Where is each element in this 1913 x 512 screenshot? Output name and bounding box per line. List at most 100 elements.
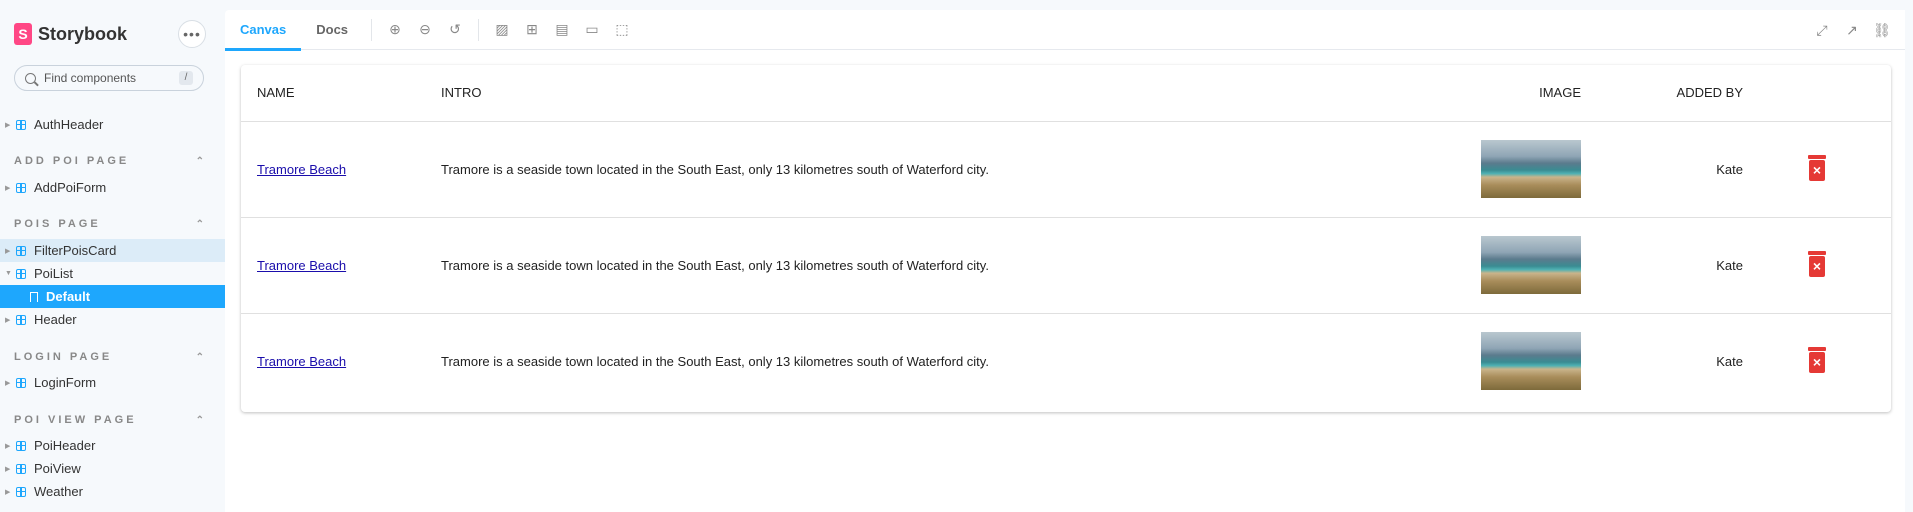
search-box[interactable]: / <box>14 65 204 91</box>
background-icon[interactable]: ▨ <box>487 15 517 45</box>
fullscreen-icon[interactable]: ⤢ <box>1807 15 1837 45</box>
sidebar-item-poilist[interactable]: ▼ PoiList <box>0 262 225 285</box>
sidebar-item-weather[interactable]: ▶ Weather <box>0 480 225 503</box>
toolbar-divider <box>478 18 480 41</box>
column-header-name: NAME <box>241 65 441 122</box>
sidebar-item-addpoiform[interactable]: ▶ AddPoiForm <box>0 176 225 199</box>
zoom-in-icon[interactable]: ⊕ <box>380 15 410 45</box>
zoom-reset-icon[interactable]: ↺ <box>440 15 470 45</box>
poi-table-card: NAME INTRO IMAGE ADDED BY Tramore Beach … <box>241 65 1891 412</box>
sidebar-item-poiview[interactable]: ▶ PoiView <box>0 457 225 480</box>
caret-down-icon: ▼ <box>5 270 12 277</box>
poi-thumbnail <box>1481 140 1581 198</box>
column-header-actions <box>1743 65 1891 122</box>
toolbar-divider <box>371 18 373 41</box>
cell-added-by: Kate <box>1716 353 1743 369</box>
brand[interactable]: S Storybook <box>14 22 127 46</box>
cell-added-by: Kate <box>1581 121 1743 218</box>
component-icon <box>16 463 26 474</box>
caret-right-icon: ▶ <box>5 121 11 129</box>
sidebar-item-filterpoiscard[interactable]: ▶ FilterPoisCard <box>0 239 225 262</box>
cell-image <box>1461 217 1581 314</box>
sidebar-item-label: LoginForm <box>34 375 97 390</box>
cell-image <box>1461 121 1581 218</box>
sidebar-item-label: AuthHeader <box>34 117 104 132</box>
sidebar-item-header[interactable]: ▶ Header <box>0 308 225 331</box>
caret-right-icon: ▶ <box>5 184 11 192</box>
sidebar-item-label: Header <box>34 312 77 327</box>
caret-right-icon: ▶ <box>5 465 11 473</box>
zoom-out-icon[interactable]: ⊖ <box>410 15 440 45</box>
section-pois-page[interactable]: POIS PAGE ⌃ <box>14 216 214 232</box>
search-input[interactable] <box>44 71 172 85</box>
cell-name: Tramore Beach <box>241 217 441 314</box>
cell-intro: Tramore is a seaside town located in the… <box>441 217 1461 314</box>
cell-name: Tramore Beach <box>241 313 441 409</box>
table-header-row: NAME INTRO IMAGE ADDED BY <box>241 65 1891 122</box>
tab-docs[interactable]: Docs <box>301 10 363 50</box>
more-menu-button[interactable]: ••• <box>178 20 206 48</box>
grid-icon[interactable]: ⊞ <box>517 15 547 45</box>
table-row: Tramore Beach Tramore is a seaside town … <box>241 313 1891 409</box>
poi-name-link[interactable]: Tramore Beach <box>257 162 346 177</box>
section-poi-view-page[interactable]: POI VIEW PAGE ⌃ <box>14 412 214 428</box>
sidebar-item-poiheader[interactable]: ▶ PoiHeader <box>0 434 225 457</box>
section-label: POIS PAGE <box>14 218 101 230</box>
sidebar-item-authheader[interactable]: ▶ AuthHeader <box>0 113 225 136</box>
expand-collapse-icon[interactable]: ⌃ <box>196 352 204 363</box>
delete-icon[interactable]: × <box>1807 346 1827 373</box>
outline-icon[interactable]: ⬚ <box>607 15 637 45</box>
sidebar-item-label: PoiView <box>34 461 81 476</box>
column-header-intro: INTRO <box>441 65 1461 122</box>
column-header-added-by: ADDED BY <box>1581 65 1743 122</box>
poi-thumbnail <box>1481 332 1581 391</box>
section-label: POI VIEW PAGE <box>14 414 137 426</box>
sidebar-item-label: PoiHeader <box>34 438 96 453</box>
copy-link-icon[interactable]: ⛓ <box>1867 15 1897 45</box>
storybook-logo-icon: S <box>14 23 32 45</box>
expand-collapse-icon[interactable]: ⌃ <box>196 156 204 167</box>
sidebar: S Storybook ••• / ▶ AuthHeader ADD POI P… <box>0 0 225 512</box>
cell-actions: × <box>1743 121 1891 218</box>
open-new-tab-icon[interactable]: ↗ <box>1837 15 1867 45</box>
caret-right-icon: ▶ <box>5 247 11 255</box>
sidebar-item-default-story[interactable]: Default <box>0 285 225 308</box>
poi-table: NAME INTRO IMAGE ADDED BY Tramore Beach … <box>241 65 1891 409</box>
addons-panel-icon[interactable]: ▭ <box>577 15 607 45</box>
sidebar-item-label: AddPoiForm <box>34 180 107 195</box>
search-icon <box>25 72 36 84</box>
column-header-image: IMAGE <box>1461 65 1581 122</box>
tab-canvas[interactable]: Canvas <box>225 10 302 51</box>
caret-right-icon: ▶ <box>5 442 11 450</box>
sidebar-item-loginform[interactable]: ▶ LoginForm <box>0 371 225 394</box>
cell-intro: Tramore is a seaside town located in the… <box>441 121 1461 218</box>
cell-intro: Tramore is a seaside town located in the… <box>441 353 989 369</box>
sidebar-item-label: PoiList <box>34 266 74 281</box>
component-icon <box>16 486 26 497</box>
section-label: LOGIN PAGE <box>14 351 113 363</box>
component-icon <box>16 245 26 256</box>
expand-collapse-icon[interactable]: ⌃ <box>196 415 204 426</box>
delete-icon[interactable]: × <box>1807 250 1827 277</box>
component-icon <box>16 119 26 130</box>
preview-panel: Canvas Docs ⊕ ⊖ ↺ ▨ ⊞ ▤ ▭ ⬚ ⤢ ↗ ⛓ NAME I… <box>225 10 1905 512</box>
cell-image <box>1461 313 1581 409</box>
sidebar-item-label: Default <box>46 289 91 304</box>
viewport-icon[interactable]: ▤ <box>547 15 577 45</box>
section-label: ADD POI PAGE <box>14 155 130 167</box>
brand-title: Storybook <box>38 23 128 44</box>
right-toolbar: ⤢ ↗ ⛓ <box>1807 15 1897 45</box>
poi-name-link[interactable]: Tramore Beach <box>257 258 346 273</box>
poi-name-link[interactable]: Tramore Beach <box>257 354 346 369</box>
expand-collapse-icon[interactable]: ⌃ <box>196 219 204 230</box>
component-icon <box>16 314 26 325</box>
caret-right-icon: ▶ <box>5 488 11 496</box>
component-icon <box>16 182 26 193</box>
delete-icon[interactable]: × <box>1807 154 1827 181</box>
section-add-poi-page[interactable]: ADD POI PAGE ⌃ <box>14 153 214 169</box>
component-icon <box>16 377 26 388</box>
caret-right-icon: ▶ <box>5 316 11 324</box>
section-login-page[interactable]: LOGIN PAGE ⌃ <box>14 349 214 365</box>
table-row: Tramore Beach Tramore is a seaside town … <box>241 121 1891 218</box>
cell-actions: × <box>1743 313 1891 409</box>
